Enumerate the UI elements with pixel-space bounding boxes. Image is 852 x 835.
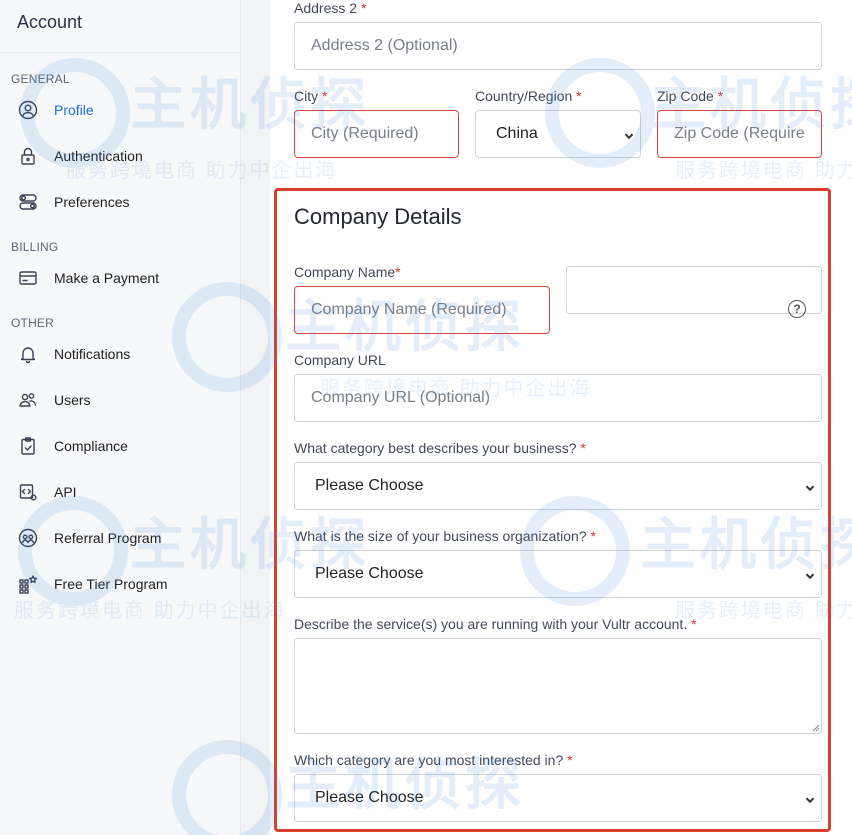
section-label-other: OTHER: [11, 316, 54, 330]
city-label: City *: [294, 88, 328, 104]
sidebar-item-authentication[interactable]: Authentication: [0, 136, 240, 176]
clipboard-check-icon: [17, 435, 39, 457]
sidebar-item-compliance[interactable]: Compliance: [0, 426, 240, 466]
sidebar-item-users[interactable]: Users: [0, 380, 240, 420]
sidebar-item-label: Authentication: [54, 148, 143, 164]
chevron-down-icon: [805, 568, 815, 580]
company-name-label: Company Name*: [294, 264, 401, 280]
interest-category-label: Which category are you most interested i…: [294, 752, 573, 768]
address2-label: Address 2 *: [294, 0, 367, 16]
sidebar-item-free-tier-program[interactable]: Free Tier Program: [0, 564, 240, 604]
sidebar-item-make-a-payment[interactable]: Make a Payment: [0, 258, 240, 298]
sidebar-item-label: Users: [54, 392, 91, 408]
sidebar-item-label: Free Tier Program: [54, 576, 168, 592]
business-category-value: Please Choose: [315, 477, 424, 494]
chevron-down-icon: [624, 128, 634, 140]
company-details-title: Company Details: [294, 204, 462, 229]
company-url-label: Company URL: [294, 352, 386, 368]
referral-icon: [17, 527, 39, 549]
sidebar-item-label: Notifications: [54, 346, 131, 362]
services-label: Describe the service(s) you are running …: [294, 616, 697, 632]
business-size-value: Please Choose: [315, 565, 424, 582]
section-label-general: GENERAL: [11, 72, 70, 86]
interest-category-value: Please Choose: [315, 789, 424, 806]
business-size-label: What is the size of your business organi…: [294, 528, 596, 544]
sidebar-item-preferences[interactable]: Preferences: [0, 182, 240, 222]
help-icon[interactable]: ?: [788, 300, 806, 318]
sidebar-item-label: Referral Program: [54, 530, 162, 546]
sidebar-item-label: API: [54, 484, 77, 500]
business-category-select[interactable]: Please Choose: [294, 462, 822, 510]
country-select-value: China: [496, 125, 538, 142]
country-label: Country/Region *: [475, 88, 582, 104]
sidebar-divider: [0, 52, 240, 53]
sidebar-item-label: Preferences: [54, 194, 130, 210]
sidebar-item-profile[interactable]: Profile: [0, 90, 240, 130]
sidebar-item-label: Make a Payment: [54, 270, 160, 286]
lock-icon: [17, 145, 39, 167]
business-category-label: What category best describes your busine…: [294, 440, 586, 456]
company-url-input[interactable]: [294, 374, 822, 422]
bell-icon: [17, 343, 39, 365]
chevron-down-icon: [805, 792, 815, 804]
sidebar-item-label: Profile: [54, 102, 94, 118]
sidebar: Account GENERAL Profile Authentication P…: [0, 0, 241, 835]
resize-grip-icon[interactable]: [812, 724, 820, 732]
user-circle-icon: [17, 99, 39, 121]
address2-input[interactable]: [294, 22, 822, 70]
sidebar-item-api[interactable]: API: [0, 472, 240, 512]
sidebar-title: Account: [17, 12, 83, 32]
users-icon: [17, 389, 39, 411]
interest-category-select[interactable]: Please Choose: [294, 774, 822, 822]
zip-input[interactable]: [657, 110, 822, 158]
sidebar-item-notifications[interactable]: Notifications: [0, 334, 240, 374]
chevron-down-icon: [805, 480, 815, 492]
credit-card-icon: [17, 267, 39, 289]
zip-label: Zip Code *: [657, 88, 724, 104]
sidebar-item-label: Compliance: [54, 438, 128, 454]
company-secondary-input[interactable]: [566, 266, 822, 314]
grid-star-icon: [17, 573, 39, 595]
code-file-icon: [17, 481, 39, 503]
sidebar-item-referral-program[interactable]: Referral Program: [0, 518, 240, 558]
services-textarea[interactable]: [294, 638, 822, 734]
company-name-input[interactable]: [294, 286, 550, 334]
toggle-icon: [17, 191, 39, 213]
city-input[interactable]: [294, 110, 459, 158]
business-size-select[interactable]: Please Choose: [294, 550, 822, 598]
section-label-billing: BILLING: [11, 240, 59, 254]
country-select[interactable]: China: [475, 110, 641, 158]
